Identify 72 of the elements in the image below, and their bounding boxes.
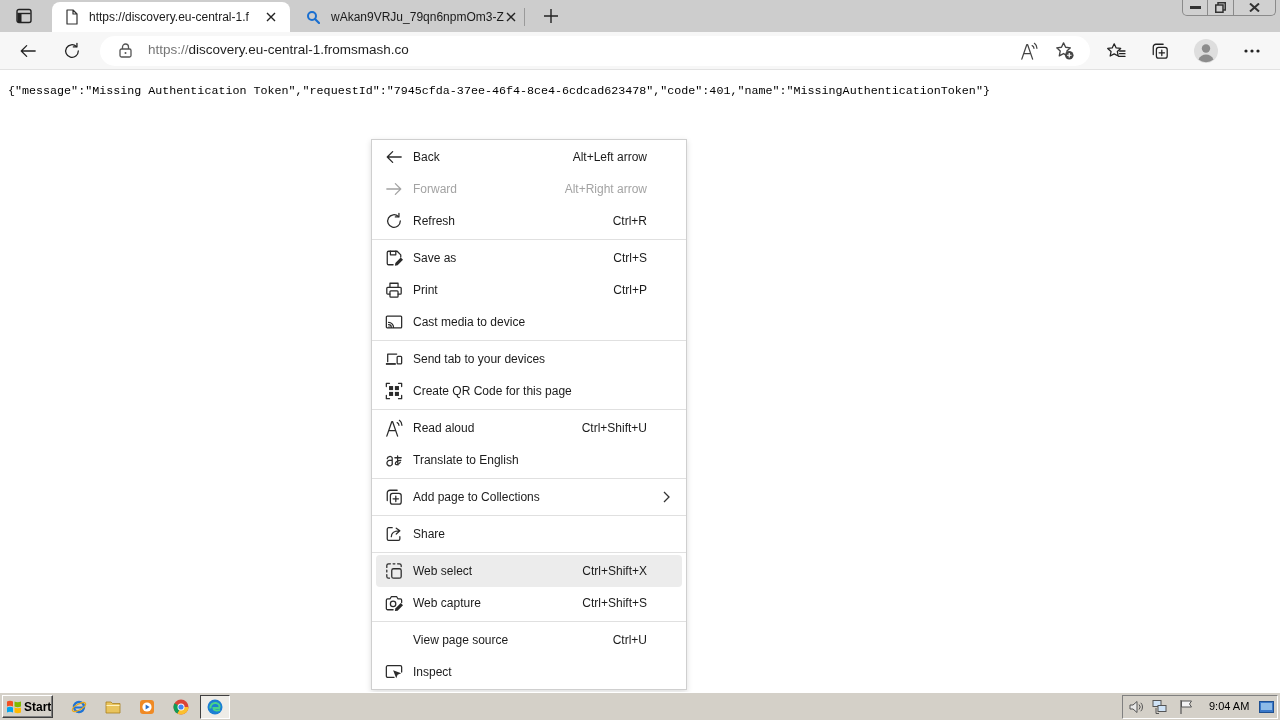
cast-icon bbox=[385, 313, 403, 331]
menu-item[interactable]: Print Ctrl+P bbox=[376, 274, 682, 306]
menu-item[interactable]: Share bbox=[376, 518, 682, 550]
inspect-icon bbox=[385, 663, 403, 681]
qr-code-icon bbox=[385, 382, 403, 400]
menu-item[interactable]: View page source Ctrl+U bbox=[376, 624, 682, 656]
web-capture-icon bbox=[385, 594, 403, 612]
shortcut-text: Ctrl+U bbox=[612, 632, 647, 649]
shortcut-text: Alt+Left arrow bbox=[572, 149, 647, 166]
search-icon bbox=[306, 10, 320, 24]
shortcut-text: Ctrl+Shift+U bbox=[581, 420, 647, 437]
shortcut-text: Ctrl+Shift+S bbox=[582, 595, 647, 612]
collections-icon bbox=[1151, 41, 1169, 60]
shortcut-text: Ctrl+P bbox=[613, 282, 647, 299]
share-icon bbox=[385, 525, 403, 543]
ring-orbit-icon bbox=[71, 698, 87, 715]
close-icon bbox=[506, 12, 517, 22]
arrow-left-icon bbox=[385, 148, 403, 166]
start-button[interactable]: Start bbox=[2, 695, 53, 718]
minimize-icon bbox=[1189, 6, 1201, 9]
star-plus-icon[interactable] bbox=[1055, 41, 1074, 60]
shortcut-text: Ctrl+R bbox=[612, 213, 647, 230]
address-bar[interactable]: https://discovery.eu-central-1.fromsmash.co bbox=[100, 35, 1090, 66]
clock-text: 9:04 AM bbox=[1209, 699, 1250, 715]
menu-item[interactable]: Send tab to your devices bbox=[376, 343, 682, 375]
response-text: {"message":"Missing Authentication Token","requestId":"7945cfda-37ee-46f4-8ce4-6cdcad623478","code":401,"name":"MissingAuthenticationToken"} bbox=[7, 83, 991, 98]
menu-item[interactable]: Back Alt+Left arrow bbox=[376, 141, 682, 173]
taskbar-button[interactable] bbox=[200, 694, 230, 719]
shortcut-text: Ctrl+S bbox=[613, 250, 647, 267]
swirl-icon bbox=[207, 698, 223, 715]
menu-item[interactable]: Refresh Ctrl+R bbox=[376, 205, 682, 237]
devices-icon bbox=[385, 350, 403, 368]
refresh-icon bbox=[385, 212, 403, 230]
menu-item[interactable]: Create QR Code for this page bbox=[376, 375, 682, 407]
save-icon bbox=[385, 249, 403, 267]
show-desktop-icon[interactable] bbox=[1259, 700, 1274, 713]
browser-tab[interactable]: https://discovery.eu-central-1.f bbox=[52, 2, 290, 32]
menu-item[interactable]: Add page to Collections bbox=[376, 481, 682, 513]
arrow-right-icon bbox=[385, 180, 403, 198]
menu-item[interactable]: Web select Ctrl+Shift+X bbox=[376, 555, 682, 587]
menu-item[interactable]: Read aloud Ctrl+Shift+U bbox=[376, 412, 682, 444]
play-icon bbox=[139, 698, 155, 715]
star-list-icon bbox=[1106, 41, 1126, 60]
shortcut-text: Ctrl+Shift+X bbox=[582, 563, 647, 580]
windows-logo-icon bbox=[6, 699, 22, 714]
read-aloud-icon[interactable] bbox=[1020, 41, 1038, 60]
menu-item[interactable]: Save as Ctrl+S bbox=[376, 242, 682, 274]
document-icon bbox=[66, 9, 78, 25]
chevron-right-icon bbox=[663, 491, 670, 503]
refresh-icon bbox=[63, 41, 81, 60]
web-select-icon bbox=[385, 562, 403, 580]
menu-item[interactable]: Inspect bbox=[376, 656, 682, 688]
folder-icon bbox=[105, 698, 121, 715]
speaker-icon[interactable] bbox=[1128, 698, 1144, 715]
close-icon bbox=[1249, 3, 1260, 12]
menu-item[interactable]: Translate to English bbox=[376, 444, 682, 476]
flag-icon[interactable] bbox=[1178, 698, 1194, 715]
segmented-circle-icon bbox=[173, 698, 189, 715]
close-icon bbox=[266, 12, 276, 22]
browser-tab[interactable]: wAkan9VRJu_79qn6npmOm3-Z bbox=[295, 2, 523, 32]
avatar-icon bbox=[1194, 38, 1218, 63]
collections-icon bbox=[385, 488, 403, 506]
printer-icon bbox=[385, 281, 403, 299]
shortcut-text: Alt+Right arrow bbox=[564, 181, 647, 198]
read-aloud-icon bbox=[385, 419, 403, 437]
network-icon[interactable] bbox=[1152, 698, 1168, 715]
more-icon bbox=[1244, 48, 1260, 53]
plus-icon bbox=[543, 8, 559, 24]
lock-icon bbox=[119, 43, 132, 58]
menu-item[interactable]: Cast media to device bbox=[376, 306, 682, 338]
menu-item[interactable]: Web capture Ctrl+Shift+S bbox=[376, 587, 682, 619]
window-sidebar-icon bbox=[16, 8, 32, 24]
